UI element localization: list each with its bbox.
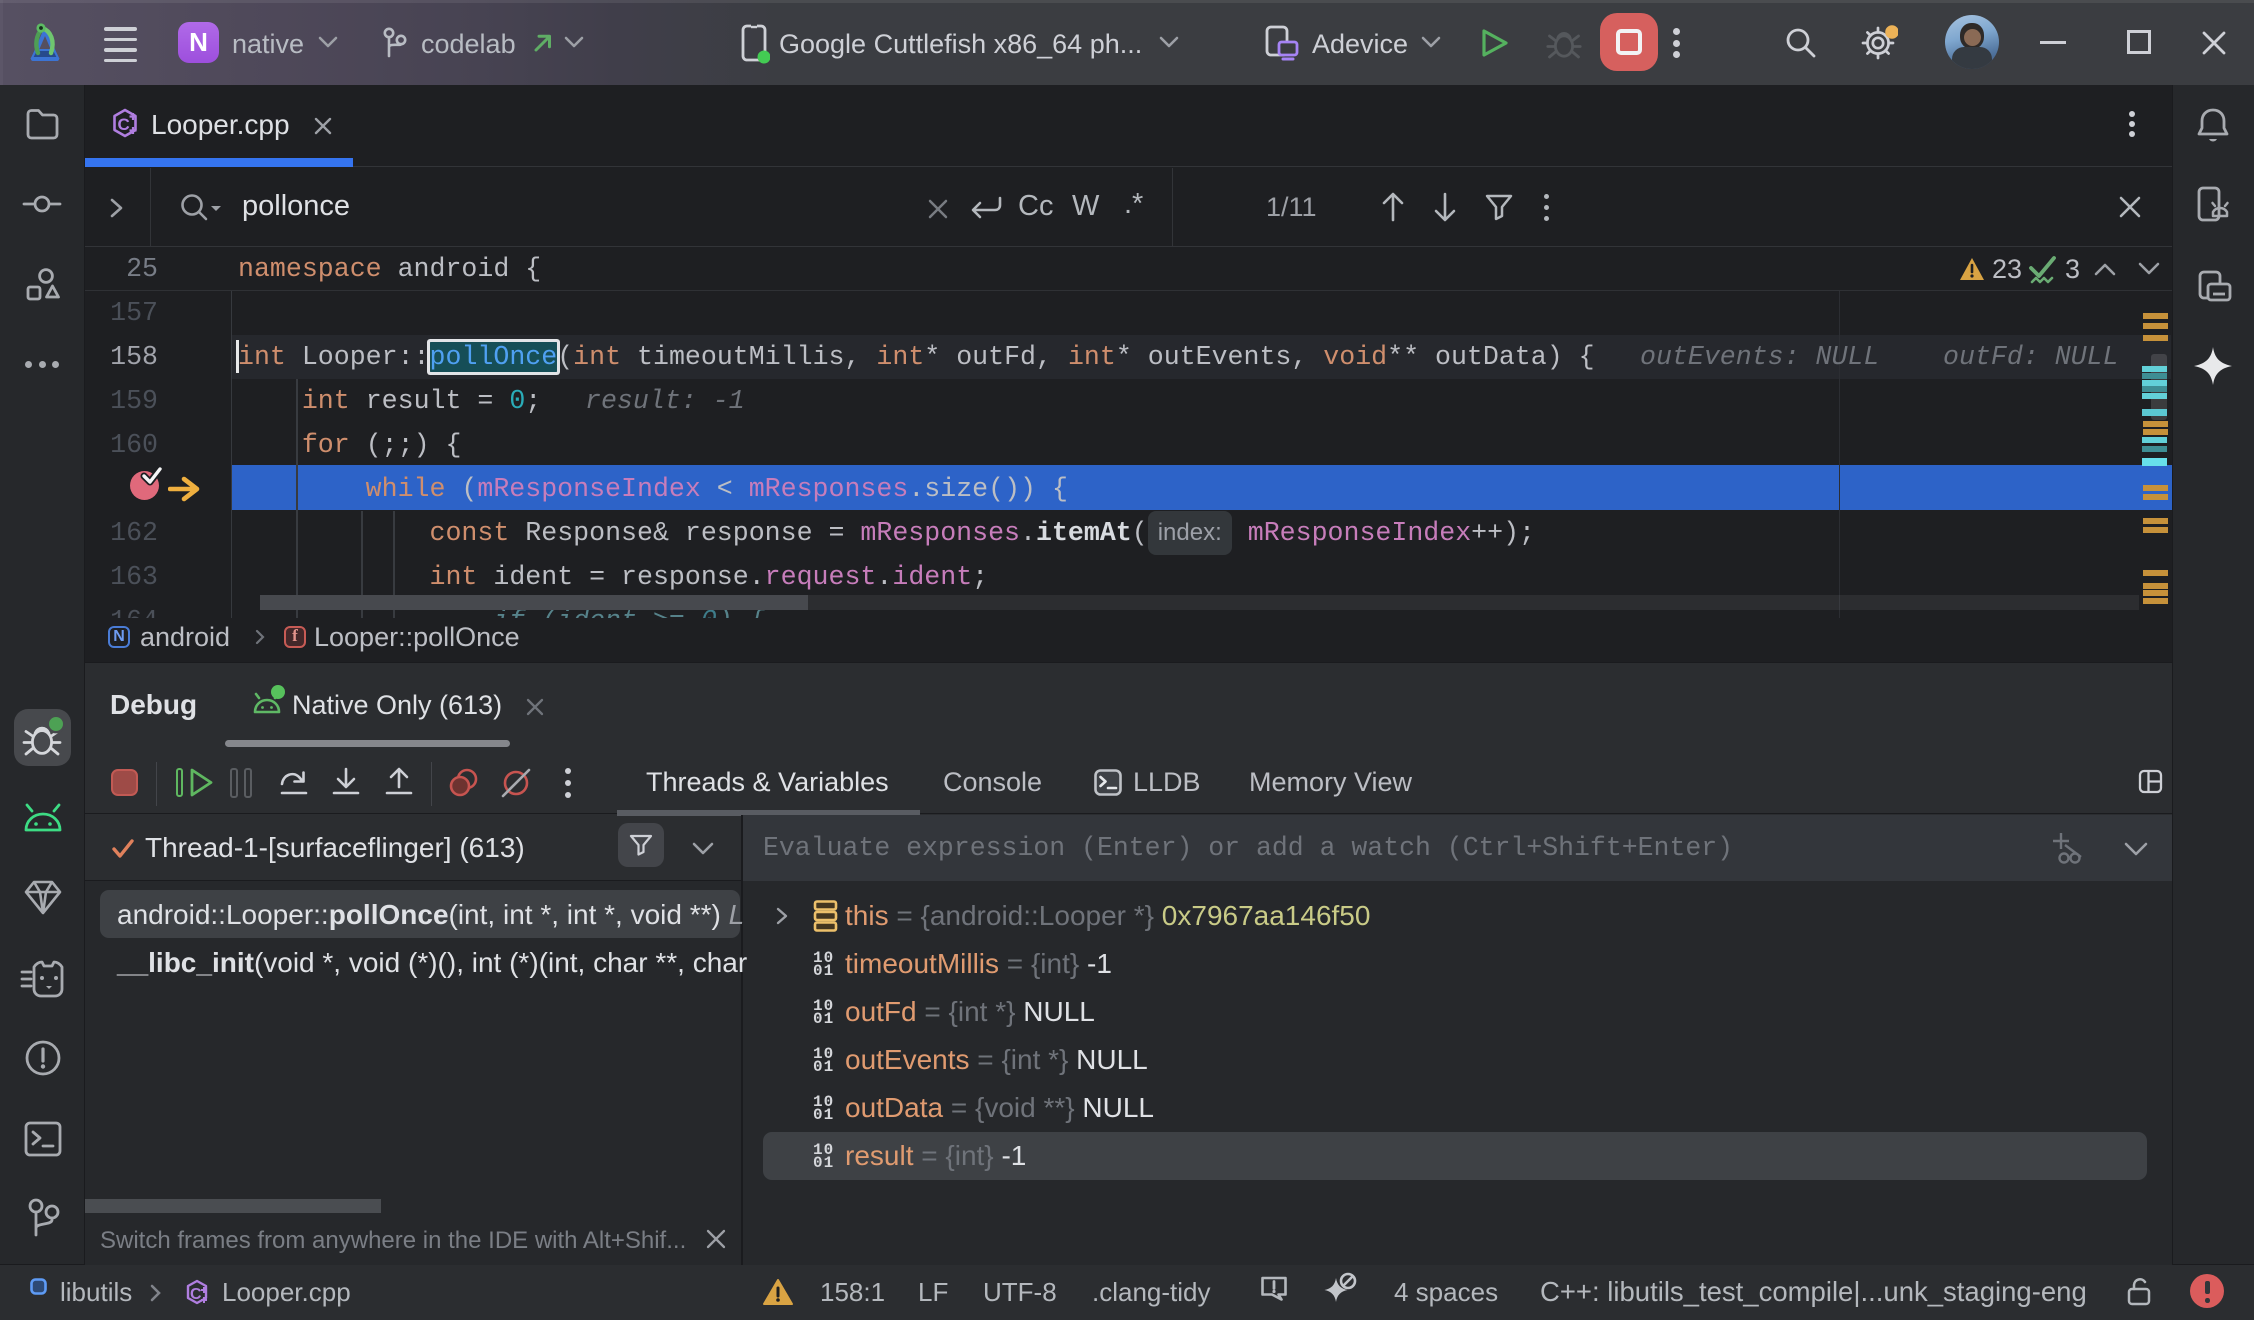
svg-text:C: C <box>190 1286 202 1303</box>
svg-text:C: C <box>118 115 130 134</box>
